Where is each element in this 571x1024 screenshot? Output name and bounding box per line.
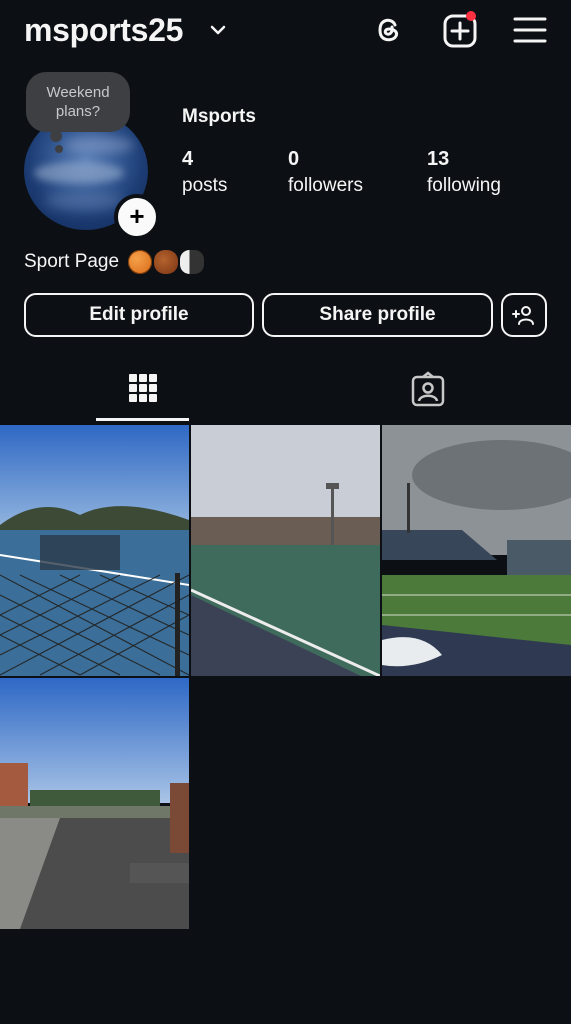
threads-icon[interactable] [371, 12, 407, 48]
note-line-2: plans? [55, 103, 101, 120]
menu-icon[interactable] [512, 12, 548, 48]
basketball-icon [128, 250, 153, 274]
post-tile[interactable] [0, 425, 189, 676]
following-count: 13 [427, 148, 450, 170]
following-label: following [427, 175, 501, 196]
followers-count: 0 [288, 148, 300, 170]
share-profile-button[interactable]: Share profile [262, 293, 493, 337]
followers-label: followers [288, 175, 363, 196]
bowling-icon [180, 250, 205, 274]
note-bubble-tail [50, 130, 62, 142]
note-line-1: Weekend [46, 84, 110, 101]
post-tile[interactable] [0, 678, 189, 929]
edit-profile-button[interactable]: Edit profile [24, 293, 254, 337]
profile-username[interactable]: msports25 [24, 12, 183, 49]
tagged-icon[interactable] [408, 370, 448, 410]
notification-dot [466, 11, 476, 21]
display-name: Msports [182, 106, 256, 127]
grid-icon[interactable] [123, 370, 163, 410]
active-tab-indicator [96, 418, 189, 421]
post-tile[interactable] [382, 425, 571, 676]
american-football-icon [154, 250, 179, 274]
posts-count: 4 [182, 148, 194, 170]
post-tile[interactable] [191, 425, 380, 676]
posts-label: posts [182, 175, 228, 196]
add-person-icon [512, 306, 534, 325]
followers-stat[interactable]: 0 followers [288, 148, 363, 197]
following-stat[interactable]: 13 following [427, 148, 501, 197]
note-bubble-tail-small [55, 145, 63, 153]
bio-text: Sport Page [24, 251, 120, 273]
add-story-button[interactable]: + [114, 194, 160, 240]
bio: Sport Page [24, 250, 206, 274]
add-person-button[interactable] [501, 293, 547, 337]
note-bubble[interactable]: Weekend plans? [26, 72, 130, 132]
chevron-down-icon[interactable] [208, 20, 228, 40]
posts-stat[interactable]: 4 posts [182, 148, 227, 197]
